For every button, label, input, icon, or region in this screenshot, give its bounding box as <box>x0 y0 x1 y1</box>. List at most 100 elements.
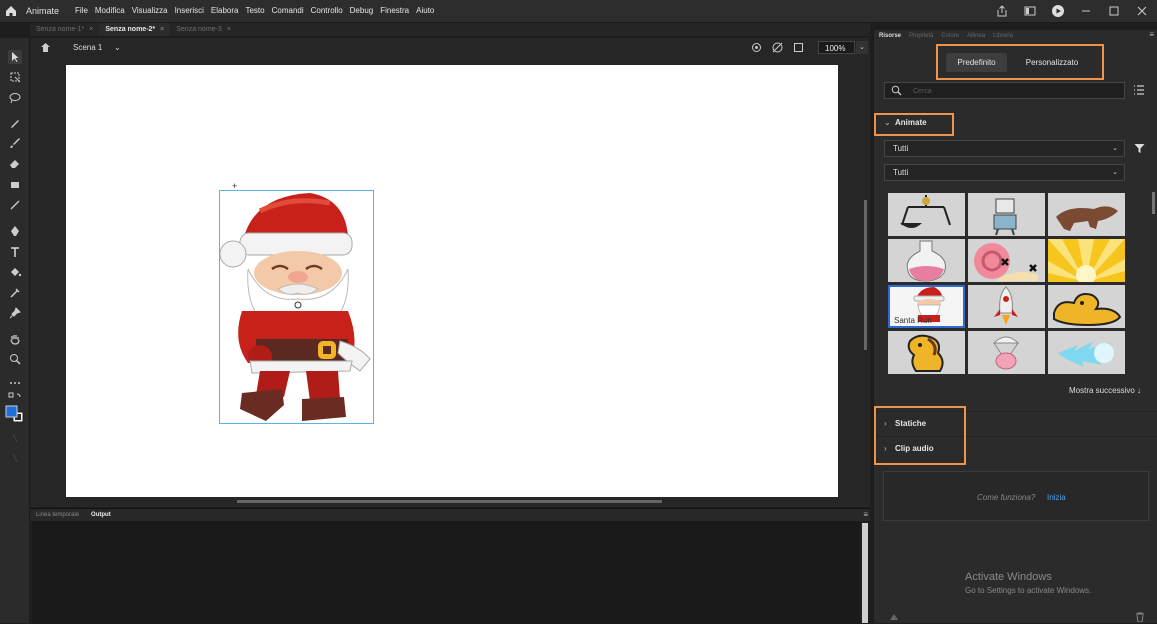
line-tool-icon[interactable] <box>8 198 22 212</box>
window-controls <box>995 4 1149 18</box>
add-asset-icon[interactable] <box>888 612 900 622</box>
tab-colore[interactable]: Colore <box>941 30 959 42</box>
menu-controllo[interactable]: Controllo <box>311 6 343 15</box>
asset-thumbnail-energy-blast[interactable] <box>1048 331 1125 374</box>
zoom-field[interactable]: 100% <box>818 41 855 54</box>
paint-brush-icon[interactable] <box>8 136 22 150</box>
menu-aiuto[interactable]: Aiuto <box>416 6 434 15</box>
app-name: Animate <box>26 6 60 16</box>
tab-libreria[interactable]: Libreria <box>993 30 1013 42</box>
rectangle-tool-icon[interactable] <box>8 178 22 192</box>
doc-tab-3[interactable]: Senza nome-3 × <box>170 23 237 36</box>
menu-visualizza[interactable]: Visualizza <box>132 6 168 15</box>
clip-content-icon[interactable] <box>771 41 784 54</box>
pin-tool-icon[interactable] <box>8 306 22 320</box>
hand-tool-icon[interactable] <box>8 332 22 346</box>
scene-icon[interactable] <box>39 41 52 54</box>
brush-tool-icon[interactable] <box>8 116 22 130</box>
stage-vertical-scrollbar[interactable] <box>864 200 867 350</box>
main-menu: File Modifica Visualizza Inserisci Elabo… <box>75 6 434 15</box>
thumbnail-scrollbar[interactable] <box>1152 192 1155 214</box>
menu-debug[interactable]: Debug <box>350 6 374 15</box>
close-tab-icon[interactable]: × <box>89 26 93 33</box>
pen-tool-icon[interactable] <box>8 224 22 238</box>
close-icon[interactable] <box>1135 4 1149 18</box>
menu-elabora[interactable]: Elabora <box>211 6 239 15</box>
center-stage-icon[interactable] <box>750 41 763 54</box>
category-dropdown[interactable]: Tutti ⌄ <box>884 140 1125 157</box>
asset-thumbnail-wolf[interactable] <box>1048 193 1125 236</box>
stage-horizontal-scrollbar[interactable] <box>237 500 662 503</box>
asset-thumbnail-robot[interactable] <box>968 193 1045 236</box>
default-assets-button[interactable]: Predefinito <box>946 53 1007 72</box>
doc-tab-2[interactable]: Senza nome-2* × <box>99 23 171 36</box>
asset-thumbnail-dog-sitting[interactable] <box>888 331 965 374</box>
asset-thumbnail-dog-lying[interactable] <box>1048 285 1125 328</box>
custom-assets-button[interactable]: Personalizzato <box>1018 53 1086 72</box>
show-more-link[interactable]: Mostra successivo ↓ <box>1069 386 1141 395</box>
doc-tab-1[interactable]: Senza nome-1* × <box>30 23 99 36</box>
selection-tool-icon[interactable] <box>8 50 22 64</box>
asset-thumbnail-santa-run[interactable]: Santa Run <box>888 285 965 328</box>
list-view-icon[interactable] <box>1133 84 1145 96</box>
maximize-icon[interactable] <box>1107 4 1121 18</box>
asset-thumbnail-snail[interactable] <box>968 239 1045 282</box>
stage-canvas[interactable]: + <box>66 65 838 497</box>
workspace-icon[interactable] <box>1023 4 1037 18</box>
scene-dropdown-icon[interactable]: ⌄ <box>114 43 121 52</box>
tab-output[interactable]: Output <box>85 509 117 521</box>
trash-icon[interactable] <box>1134 612 1146 623</box>
minimize-icon[interactable] <box>1079 4 1093 18</box>
assets-panel: Risorse Proprietà Colore Allinea Libreri… <box>873 30 1157 623</box>
play-icon[interactable] <box>1051 4 1065 18</box>
asset-thumbnail-potion[interactable] <box>888 239 965 282</box>
menu-finestra[interactable]: Finestra <box>380 6 409 15</box>
right-panel-tabs: Risorse Proprietà Colore Allinea Libreri… <box>874 30 1157 42</box>
asset-thumbnail-rocket[interactable] <box>968 285 1045 328</box>
search-input[interactable] <box>913 85 1113 97</box>
swap-colors-icon[interactable] <box>8 391 22 405</box>
menu-inserisci[interactable]: Inserisci <box>175 6 204 15</box>
tab-timeline[interactable]: Linea temporale <box>30 509 85 521</box>
fill-stroke-color-icon[interactable] <box>5 405 25 425</box>
close-tab-icon[interactable]: × <box>160 26 164 33</box>
tab-allinea[interactable]: Allinea <box>967 30 985 42</box>
asset-thumbnail-pig-parachute[interactable] <box>968 331 1045 374</box>
output-scrollbar[interactable] <box>862 523 868 623</box>
zoom-dropdown-icon[interactable]: ⌄ <box>856 41 868 54</box>
subcategory-dropdown[interactable]: Tutti ⌄ <box>884 164 1125 181</box>
scene-name[interactable]: Scena 1 <box>73 43 102 52</box>
panel-menu-icon[interactable]: ≡ <box>1149 30 1154 39</box>
output-text-area[interactable] <box>32 521 860 624</box>
filter-icon[interactable] <box>1134 143 1145 154</box>
asset-caption: Santa Run <box>894 316 932 325</box>
eyedropper-icon[interactable] <box>8 286 22 300</box>
asset-thumbnail-scale[interactable] <box>888 193 965 236</box>
menu-bar: Animate File Modifica Visualizza Inseris… <box>0 0 1157 23</box>
lasso-icon[interactable] <box>8 91 22 105</box>
asset-thumbnail-sunburst[interactable] <box>1048 239 1125 282</box>
paint-bucket-icon[interactable] <box>8 265 22 279</box>
santa-symbol-instance[interactable] <box>219 190 374 424</box>
close-tab-icon[interactable]: × <box>227 26 231 33</box>
eraser-icon[interactable] <box>8 156 22 170</box>
menu-file[interactable]: File <box>75 6 88 15</box>
more-tools-icon[interactable] <box>8 376 22 390</box>
dropdown-value: Tutti <box>893 168 909 177</box>
highlight-box <box>874 406 966 465</box>
free-transform-icon[interactable] <box>8 70 22 84</box>
bottom-tabs: Linea temporale Output <box>30 509 870 521</box>
share-icon[interactable] <box>995 4 1009 18</box>
tab-proprieta[interactable]: Proprietà <box>909 30 933 42</box>
menu-modifica[interactable]: Modifica <box>95 6 125 15</box>
menu-comandi[interactable]: Comandi <box>272 6 304 15</box>
get-started-link[interactable]: Inizia <box>1047 493 1066 502</box>
tab-risorse[interactable]: Risorse <box>879 30 901 42</box>
menu-testo[interactable]: Testo <box>245 6 264 15</box>
panel-menu-icon[interactable]: ≡ <box>863 510 868 519</box>
zoom-tool-icon[interactable] <box>8 352 22 366</box>
text-tool-icon[interactable] <box>8 245 22 259</box>
fit-stage-icon[interactable] <box>792 41 805 54</box>
home-icon[interactable] <box>4 4 18 18</box>
highlight-box <box>874 113 954 136</box>
